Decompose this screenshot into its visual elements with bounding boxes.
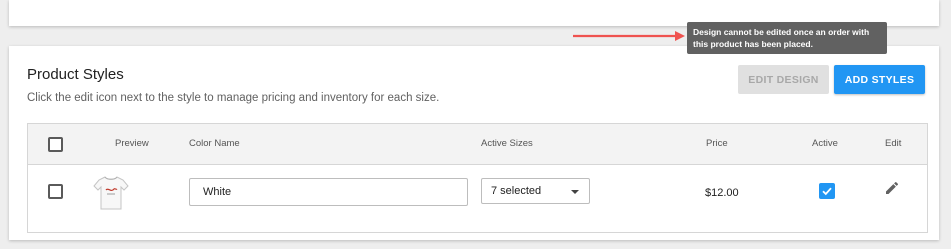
column-header-price: Price xyxy=(706,138,728,149)
row-select-checkbox[interactable] xyxy=(48,184,63,199)
tooltip-line-2: this product has been placed. xyxy=(693,39,813,49)
active-sizes-value: 7 selected xyxy=(491,185,542,197)
price-value: $12.00 xyxy=(705,187,739,199)
column-header-active: Active xyxy=(812,138,838,149)
active-checkbox[interactable] xyxy=(819,183,835,199)
check-icon xyxy=(822,187,832,196)
active-sizes-select[interactable]: 7 selected xyxy=(481,178,590,204)
tooltip-line-1: Design cannot be edited once an order wi… xyxy=(693,27,870,37)
add-styles-button[interactable]: ADD STYLES xyxy=(834,65,925,94)
select-all-checkbox[interactable] xyxy=(48,137,63,152)
styles-table: Preview Color Name Active Sizes Price Ac… xyxy=(27,123,928,233)
edit-design-button[interactable]: EDIT DESIGN xyxy=(738,65,829,94)
color-name-input[interactable]: White xyxy=(189,178,468,206)
pencil-icon[interactable] xyxy=(884,180,900,196)
caret-down-icon xyxy=(571,190,579,194)
product-styles-title: Product Styles xyxy=(27,66,124,83)
column-header-edit: Edit xyxy=(885,138,902,149)
table-header: Preview Color Name Active Sizes Price Ac… xyxy=(28,124,927,165)
pointer-arrow xyxy=(573,31,685,41)
column-header-preview: Preview xyxy=(115,138,149,149)
column-header-active-sizes: Active Sizes xyxy=(481,138,533,149)
tshirt-icon xyxy=(93,176,129,210)
product-styles-subtitle: Click the edit icon next to the style to… xyxy=(27,92,440,104)
column-header-color-name: Color Name xyxy=(189,138,240,149)
tooltip: Design cannot be edited once an order wi… xyxy=(687,22,887,54)
product-styles-card: Product Styles Click the edit icon next … xyxy=(9,46,939,240)
